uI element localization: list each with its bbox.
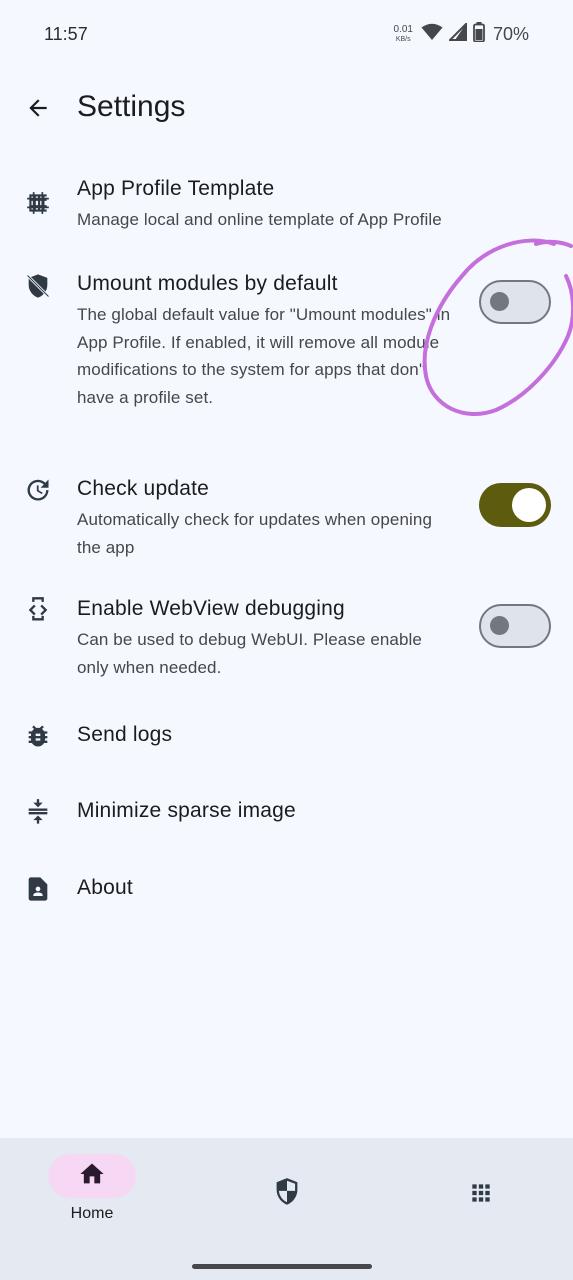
developer-mode-icon [22, 594, 54, 626]
gesture-home-indicator[interactable] [192, 1264, 372, 1269]
update-icon [22, 474, 54, 506]
setting-minimize-sparse-image[interactable]: Minimize sparse image [0, 782, 573, 842]
network-speed-value: 0.01 [393, 24, 413, 35]
setting-about[interactable]: About [0, 859, 573, 919]
webview-debugging-switch[interactable] [479, 604, 551, 648]
switch-thumb [490, 616, 509, 635]
wifi-icon [421, 23, 443, 46]
bug-icon [22, 720, 54, 752]
setting-description: Can be used to debug WebUI. Please enabl… [77, 630, 422, 677]
app-bar: Settings [0, 80, 573, 140]
page-title: Settings [77, 90, 186, 123]
setting-app-profile-template[interactable]: App Profile Template Manage local and on… [0, 168, 573, 248]
apps-grid-icon [465, 1177, 497, 1209]
battery-icon [473, 21, 485, 47]
status-icons: 0.01 KB/s 70% [393, 20, 529, 48]
network-speed: 0.01 KB/s [393, 24, 413, 44]
bottom-navigation: Home [0, 1138, 573, 1280]
arrow-back-icon [25, 95, 51, 126]
setting-title: Send logs [77, 723, 173, 746]
setting-title: Enable WebView debugging [77, 597, 345, 620]
nav-selected-indicator [48, 1154, 136, 1198]
switch-thumb [490, 292, 509, 311]
home-icon [78, 1160, 106, 1193]
setting-description: The global default value for "Umount mod… [77, 305, 451, 407]
switch-thumb [512, 488, 546, 522]
setting-check-update[interactable]: Check update Automatically check for upd… [0, 468, 573, 568]
setting-title: About [77, 876, 133, 899]
nav-label-home: Home [70, 1205, 114, 1222]
setting-title: Check update [77, 477, 209, 500]
status-bar: 11:57 0.01 KB/s 70% [0, 0, 573, 68]
setting-title: Minimize sparse image [77, 799, 296, 822]
battery-percent: 70% [492, 23, 529, 44]
contact-page-icon [22, 873, 54, 905]
network-speed-unit: KB/s [395, 36, 411, 43]
setting-title: App Profile Template [77, 177, 275, 200]
setting-umount-modules[interactable]: Umount modules by default The global def… [0, 262, 573, 442]
back-button[interactable] [20, 92, 56, 128]
umount-modules-switch[interactable] [479, 280, 551, 324]
setting-description: Automatically check for updates when ope… [77, 510, 432, 557]
grid-template-icon [22, 187, 54, 219]
check-update-switch[interactable] [479, 483, 551, 527]
setting-webview-debugging[interactable]: Enable WebView debugging Can be used to … [0, 588, 573, 688]
shield-off-icon [22, 270, 54, 302]
status-time: 11:57 [44, 24, 88, 44]
cell-signal-icon [447, 21, 467, 46]
setting-title: Umount modules by default [77, 272, 338, 295]
compress-icon [22, 796, 54, 828]
setting-send-logs[interactable]: Send logs [0, 706, 573, 766]
superuser-shield-icon [271, 1176, 303, 1208]
setting-description: Manage local and online template of App … [77, 210, 442, 229]
